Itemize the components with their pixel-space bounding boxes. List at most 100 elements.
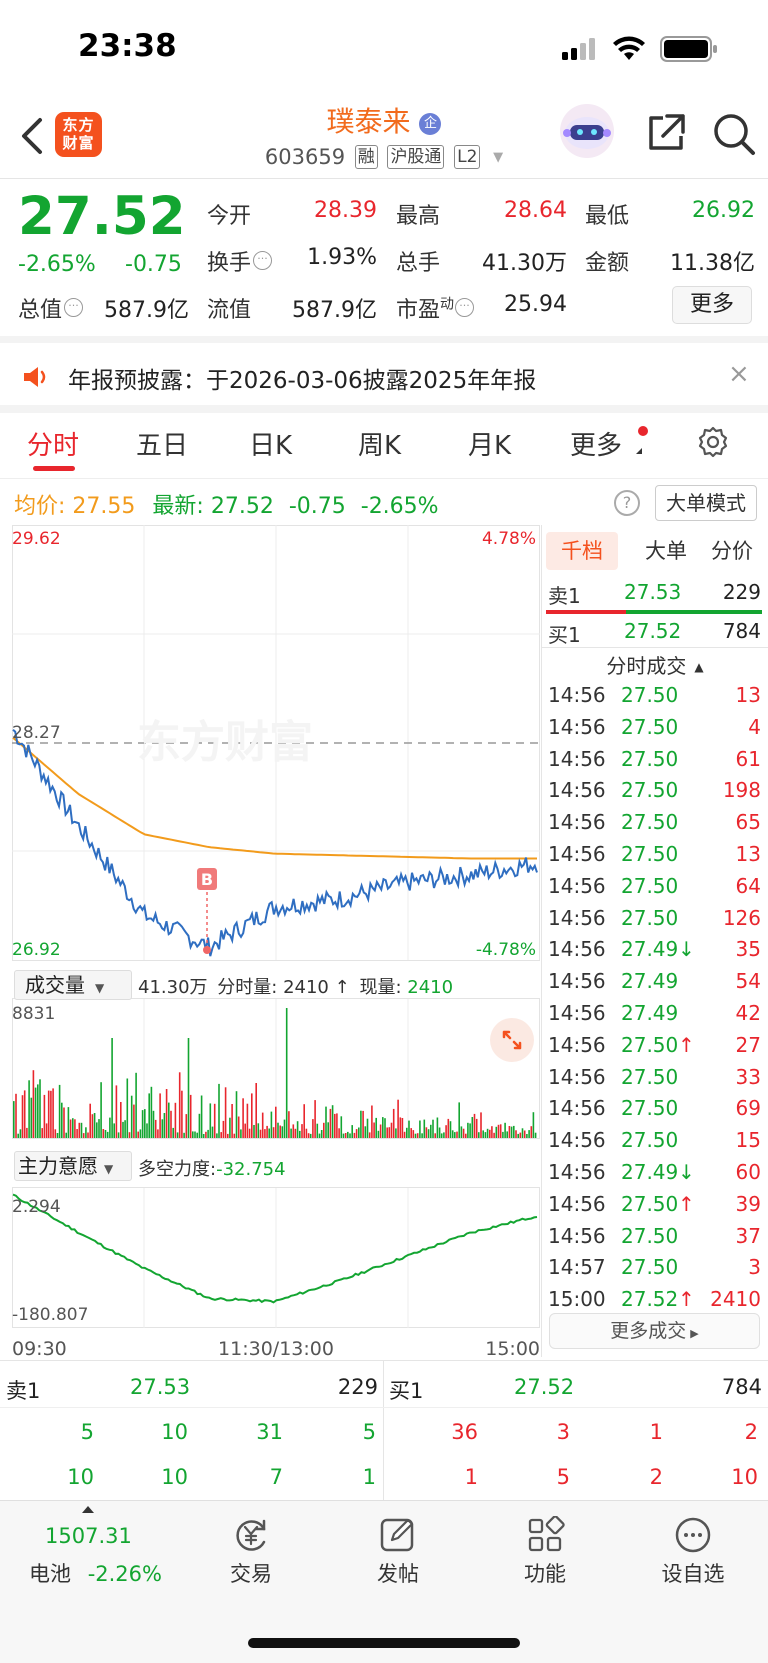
intraday-chart[interactable]: 东方财富 B 29.62 4.78% 28.27 26.92 -4.78% 88… [12,525,540,1357]
info-dots-icon[interactable]: ··· [64,298,84,317]
index-row[interactable]: 电池 -2.26% [29,1558,162,1588]
volume-selector[interactable]: 成交量 ▼ [14,970,132,1000]
tab-price-dist[interactable]: 分价 [696,532,768,570]
volume-bar [261,1112,264,1138]
volume-bar [504,1122,506,1138]
trade-arrow: ↑ [678,1191,695,1216]
trade-time: 14:56 [548,937,606,962]
volume-bar [382,1117,384,1138]
expand-chart-icon[interactable] [490,1018,534,1062]
trade-row: 14:56 27.50 4 [548,715,763,747]
trade-price: 27.50 [621,1064,679,1089]
volume-bar [272,1127,275,1138]
tab-five-day[interactable]: 五日 [136,425,188,462]
level2-tag: L2 [454,145,481,169]
trade-time: 14:56 [548,746,606,771]
tab-weekly-k[interactable]: 周K [358,425,401,462]
volume-bar [91,1114,94,1138]
pe-sup: 动 [440,296,455,313]
trade-price: 27.50 [621,683,679,707]
nav-trade-label: 交易 [230,1562,272,1586]
volume-bar [17,1133,19,1138]
trade-volume: 126 [722,905,761,930]
mktcap-label: 总值 ··· [18,292,84,324]
notice-bar[interactable]: 年报预披露：于2026-03-06披露2025年年报 × [0,343,768,410]
force-selector[interactable]: 主力意愿 ▼ [14,1151,132,1181]
volume-bar [21,1095,24,1138]
volume-bar [480,1112,482,1138]
tab-big-orders[interactable]: 大单 [630,532,702,570]
yen-refresh-icon [236,1519,266,1551]
index-value[interactable]: 1507.31 [45,1524,132,1548]
trade-price: 27.50 [621,842,679,866]
share-icon[interactable] [645,112,687,154]
robot-assistant-icon[interactable] [557,103,617,159]
trade-volume: 2410 [710,1287,761,1312]
trade-volume: 42 [735,1001,761,1025]
wifi-icon [613,36,645,60]
volume-bar [473,1113,476,1138]
trade-time: 14:56 [548,1160,606,1184]
nav-functions[interactable]: 功能 [490,1516,600,1588]
turnover-value: 1.93% [307,245,377,270]
trade-row: 14:56 27.50 ↑ 27 [548,1033,763,1065]
volume-bar [154,1119,157,1138]
volume-bar [399,1117,402,1138]
pct-high-label: 4.78% [482,529,536,549]
search-icon[interactable] [712,112,756,156]
nav-trade[interactable]: 交易 [196,1516,306,1588]
buy-sell-ratio-bar [546,610,762,614]
trades-title[interactable]: 分时成交 ▲ [542,650,768,679]
volume-bar [120,1102,122,1138]
volume-bar [299,1130,301,1138]
help-icon[interactable]: ? [614,490,640,516]
volume-bar [419,1120,421,1138]
bottom-book-top-divider [0,1360,768,1361]
volume-bar [478,1132,480,1138]
big-order-mode-button[interactable]: 大单模式 [655,485,757,521]
tab-daily-k[interactable]: 日K [249,425,292,462]
volume-bar [152,1110,155,1138]
dropdown-caret-icon[interactable]: ▼ [493,150,503,165]
more-trades-button[interactable]: 更多成交 ▶ [549,1313,760,1349]
volume-bar [458,1102,460,1138]
tab-monthly-k[interactable]: 月K [468,425,511,462]
volume-bar [325,1106,327,1138]
volume-bar [379,1124,382,1138]
x-label-open: 09:30 [12,1338,67,1357]
info-dots-icon[interactable]: ··· [455,298,475,317]
trade-row: 14:56 27.50 65 [548,810,763,842]
buy-queue-cell: 10 [731,1465,758,1489]
volume-max-label: 8831 [12,1004,55,1024]
tab-more[interactable]: 更多 [570,425,622,462]
volume-bar [109,1117,111,1138]
volume-bar [336,1113,338,1138]
volume-bar [196,1132,198,1138]
close-icon[interactable]: × [728,359,750,389]
more-quote-button[interactable]: 更多 [672,286,752,324]
volume-bar [45,1123,48,1138]
volume-bar [334,1113,336,1138]
volume-bar [159,1093,161,1138]
volume-bar [26,1127,28,1138]
pct-low-label: -4.78% [476,940,536,960]
volume-bar [340,1116,343,1138]
volume-bar [58,1084,61,1138]
volume-bar [414,1133,417,1138]
volume-bar [499,1124,502,1138]
trade-price: 27.50 [621,810,679,835]
volume-bar [285,1008,288,1138]
tab-fenshi[interactable]: 分时 [27,425,79,462]
connect-tag: 沪股通 [387,145,445,169]
trade-price: 27.50 [621,1223,679,1248]
nav-add-watchlist[interactable]: 设自选 [638,1516,748,1588]
tab-qiandang[interactable]: 千档 [546,532,618,570]
side-sell1-vol: 229 [722,580,761,604]
volume-bar [281,1126,284,1138]
settings-gear-icon[interactable] [696,425,730,459]
pe-label: 市盈动 ··· [396,292,475,324]
volume-bar [438,1127,441,1138]
volume-bar [392,1108,395,1138]
info-dots-icon[interactable]: ··· [253,251,273,270]
nav-post[interactable]: 发帖 [343,1516,453,1588]
